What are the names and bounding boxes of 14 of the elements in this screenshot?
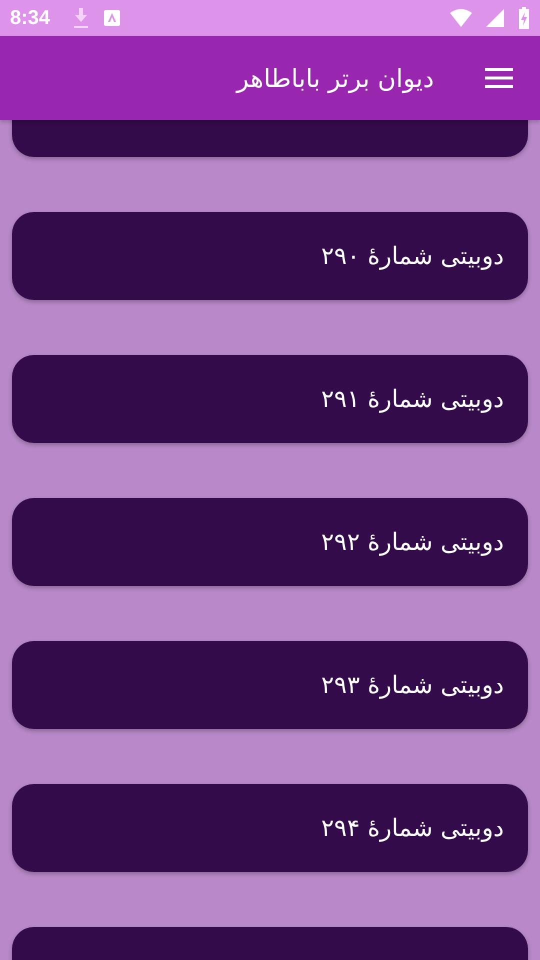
status-time: 8:34 <box>10 6 50 30</box>
list-card[interactable]: دوبیتی شمارهٔ ۲۹۳ <box>12 641 528 729</box>
download-icon <box>72 7 90 29</box>
menu-icon <box>485 68 513 88</box>
list-card[interactable]: دوبیتی شمارهٔ ۲۹۱ <box>12 355 528 443</box>
list-card[interactable]: دوبیتی شمارهٔ ۲۹۰ <box>12 212 528 300</box>
menu-button[interactable] <box>484 66 514 90</box>
app-title: دیوان برتر باباطاهر <box>236 64 434 92</box>
list-card[interactable]: دوبیتی شمارهٔ ۲۹۲ <box>12 498 528 586</box>
wifi-icon <box>450 9 472 27</box>
battery-icon <box>518 7 530 29</box>
notification-icon <box>104 10 120 26</box>
list-card[interactable]: دوبیتی شمارهٔ ۲۹۴ <box>12 784 528 872</box>
signal-icon <box>486 9 504 27</box>
